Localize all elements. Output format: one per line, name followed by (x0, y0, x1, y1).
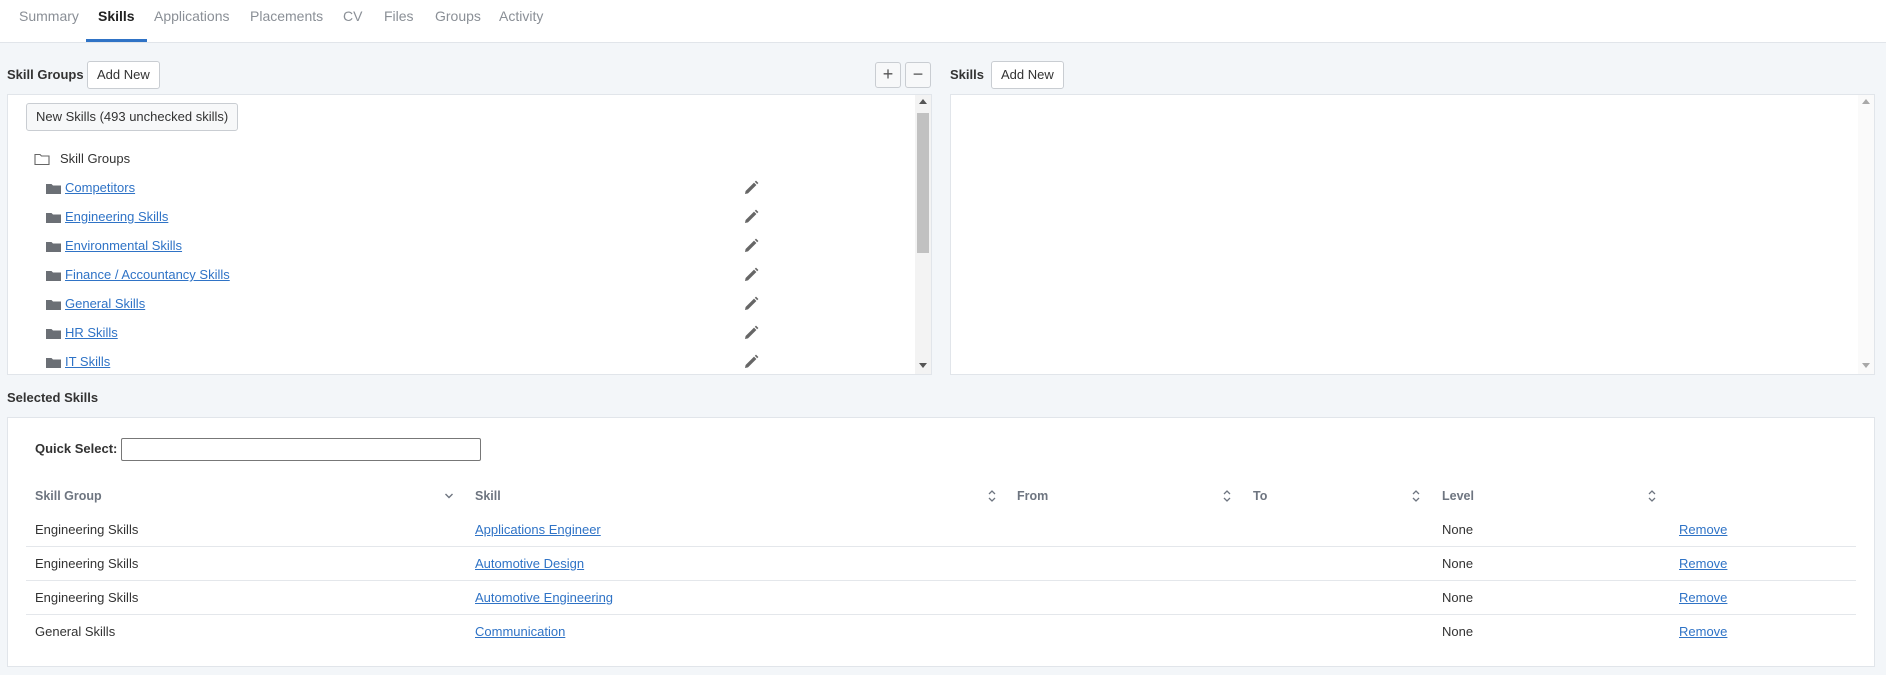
remove-link[interactable]: Remove (1679, 624, 1727, 639)
cell-level: None (1442, 556, 1474, 571)
tab-cv[interactable]: CV (331, 0, 374, 42)
cell-skill-link[interactable]: Automotive Engineering (475, 590, 613, 605)
quick-select-label: Quick Select: (35, 441, 118, 456)
remove-link[interactable]: Remove (1679, 590, 1727, 605)
skill-group-link[interactable]: Competitors (65, 178, 135, 198)
sort-icon[interactable] (1647, 489, 1657, 503)
folder-icon (46, 184, 61, 194)
tree-item-competitors: Competitors (46, 178, 759, 198)
tab-activity[interactable]: Activity (487, 0, 555, 42)
folder-open-icon (34, 153, 50, 166)
tree-item-it: IT Skills (46, 352, 759, 372)
tab-applications[interactable]: Applications (142, 0, 242, 42)
quick-select-input[interactable] (121, 438, 481, 461)
tab-skills[interactable]: Skills (86, 0, 147, 42)
folder-icon (46, 213, 61, 223)
scroll-up-arrow-icon[interactable] (919, 99, 927, 104)
cell-level: None (1442, 590, 1474, 605)
skill-group-link[interactable]: General Skills (65, 294, 145, 314)
edit-pencil-icon[interactable] (743, 238, 759, 254)
edit-pencil-icon[interactable] (743, 354, 759, 370)
tab-placements[interactable]: Placements (238, 0, 335, 42)
folder-icon (46, 300, 61, 310)
skill-groups-root-label: Skill Groups (60, 151, 131, 166)
cell-skill-link[interactable]: Communication (475, 624, 565, 639)
collapse-all-button[interactable]: − (905, 62, 931, 88)
skill-group-link[interactable]: Environmental Skills (65, 236, 182, 256)
tab-files[interactable]: Files (372, 0, 426, 42)
add-skill-button[interactable]: Add New (991, 61, 1064, 89)
row-divider (26, 580, 1856, 581)
selected-skills-title: Selected Skills (7, 390, 99, 405)
skill-groups-title: Skill Groups (7, 67, 84, 82)
column-header-skill[interactable]: Skill (475, 489, 501, 503)
sort-icon[interactable] (1222, 489, 1232, 503)
cell-level: None (1442, 624, 1474, 639)
column-header-to[interactable]: To (1253, 489, 1267, 503)
cell-skill-group: Engineering Skills (35, 590, 139, 605)
tree-item-engineering: Engineering Skills (46, 207, 759, 227)
edit-pencil-icon[interactable] (743, 296, 759, 312)
skill-group-link[interactable]: Finance / Accountancy Skills (65, 265, 230, 285)
sort-icon[interactable] (987, 489, 997, 503)
tab-groups[interactable]: Groups (423, 0, 493, 42)
skill-group-link[interactable]: IT Skills (65, 352, 110, 372)
scroll-down-arrow-icon[interactable] (919, 363, 927, 368)
skill-groups-panel: New Skills (493 unchecked skills) Skill … (7, 94, 932, 375)
cell-level: None (1442, 522, 1474, 537)
skill-group-link[interactable]: Engineering Skills (65, 207, 168, 227)
scroll-thumb[interactable] (917, 113, 929, 253)
folder-icon (46, 242, 61, 252)
edit-pencil-icon[interactable] (743, 180, 759, 196)
cell-skill-group: General Skills (35, 624, 116, 639)
scroll-up-arrow-icon[interactable] (1862, 99, 1870, 104)
sort-desc-icon[interactable] (444, 489, 454, 503)
skill-group-link[interactable]: HR Skills (65, 323, 118, 343)
sort-icon[interactable] (1411, 489, 1421, 503)
expand-all-button[interactable]: + (875, 62, 901, 88)
scroll-down-arrow-icon[interactable] (1862, 363, 1870, 368)
tab-bar: Summary Skills Applications Placements C… (0, 0, 1886, 43)
column-header-skill-group[interactable]: Skill Group (35, 489, 102, 503)
skills-panel (950, 94, 1875, 375)
cell-skill-group: Engineering Skills (35, 556, 139, 571)
edit-pencil-icon[interactable] (743, 267, 759, 283)
tree-item-general: General Skills (46, 294, 759, 314)
column-header-level[interactable]: Level (1442, 489, 1474, 503)
skills-title: Skills (950, 67, 984, 82)
tree-item-environmental: Environmental Skills (46, 236, 759, 256)
remove-link[interactable]: Remove (1679, 556, 1727, 571)
remove-link[interactable]: Remove (1679, 522, 1727, 537)
cell-skill-link[interactable]: Applications Engineer (475, 522, 601, 537)
folder-icon (46, 271, 61, 281)
edit-pencil-icon[interactable] (743, 325, 759, 341)
new-skills-button[interactable]: New Skills (493 unchecked skills) (26, 103, 239, 131)
row-divider (26, 546, 1856, 547)
skills-scrollbar[interactable] (1858, 95, 1874, 374)
cell-skill-group: Engineering Skills (35, 522, 139, 537)
cell-skill-link[interactable]: Automotive Design (475, 556, 584, 571)
tree-item-hr: HR Skills (46, 323, 759, 343)
row-divider (26, 614, 1856, 615)
column-header-from[interactable]: From (1017, 489, 1048, 503)
tree-item-finance: Finance / Accountancy Skills (46, 265, 759, 285)
skill-groups-scrollbar[interactable] (915, 95, 931, 374)
tab-summary[interactable]: Summary (7, 0, 91, 42)
folder-icon (46, 329, 61, 339)
edit-pencil-icon[interactable] (743, 209, 759, 225)
add-skill-group-button[interactable]: Add New (87, 61, 160, 89)
folder-icon (46, 358, 61, 368)
